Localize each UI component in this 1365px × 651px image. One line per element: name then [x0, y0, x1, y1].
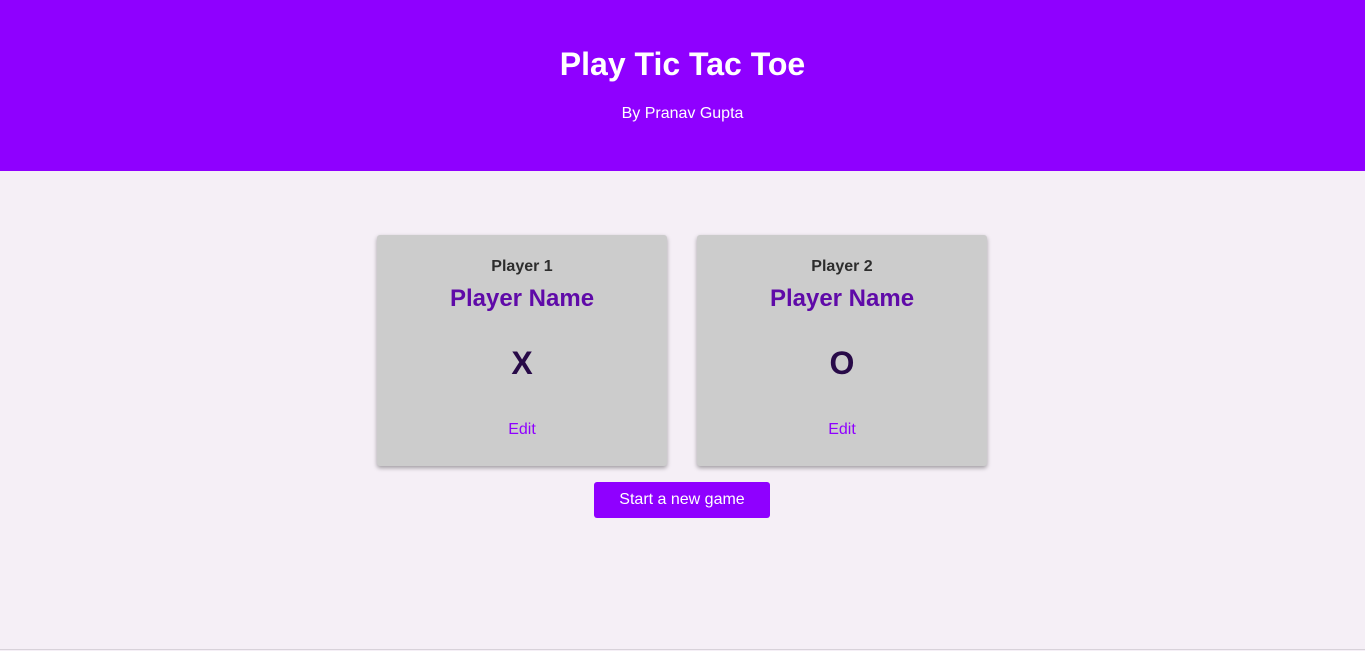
player-1-symbol: X [511, 345, 533, 381]
bottom-divider [0, 649, 1365, 650]
page-subtitle: By Pranav Gupta [621, 105, 744, 122]
player-1-label: Player 1 [491, 258, 553, 275]
player-2-name: Player Name [769, 285, 915, 312]
player-2-edit-button[interactable]: Edit [824, 420, 860, 440]
player-2-label: Player 2 [811, 258, 873, 275]
player-1-name: Player Name [449, 285, 595, 312]
player-2-card: Player 2 Player Name O Edit [697, 235, 987, 466]
player-2-symbol: O [829, 345, 855, 381]
player-cards: Player 1 Player Name X Edit Player 2 Pla… [377, 235, 987, 466]
page-header: Play Tic Tac Toe By Pranav Gupta [0, 0, 1365, 171]
player-1-card: Player 1 Player Name X Edit [377, 235, 667, 466]
player-1-edit-button[interactable]: Edit [504, 420, 540, 440]
start-new-game-button[interactable]: Start a new game [594, 482, 770, 518]
page-title: Play Tic Tac Toe [559, 46, 806, 82]
